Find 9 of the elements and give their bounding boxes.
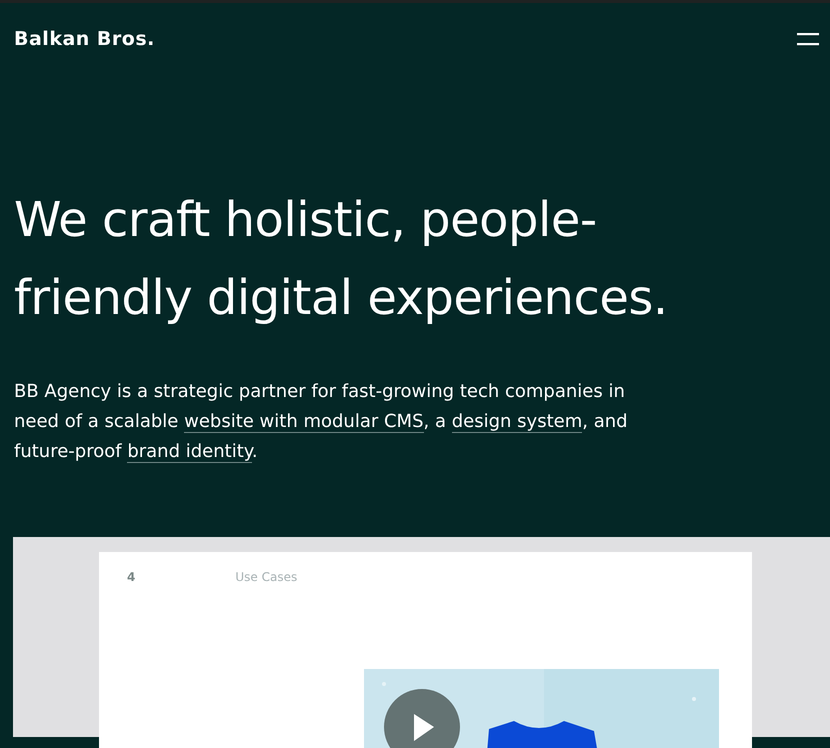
headline: We craft holistic, people-friendly digital experiences.: [14, 191, 669, 328]
text-link[interactable]: design system: [452, 411, 582, 433]
text-link[interactable]: website with modular CMS: [184, 411, 424, 433]
menu-icon[interactable]: [796, 30, 820, 48]
intro-paragraph: BB Agency is a strategic partner for fast-growing tech companies in need of a scalable website with modular CMS, a design system, and future-proof brand identity.: [14, 380, 629, 465]
logo[interactable]: Balkan Bros.: [14, 28, 155, 50]
section-label: Use Cases: [235, 570, 298, 584]
text-link[interactable]: brand identity: [127, 441, 252, 463]
case-number: 4: [127, 570, 136, 584]
